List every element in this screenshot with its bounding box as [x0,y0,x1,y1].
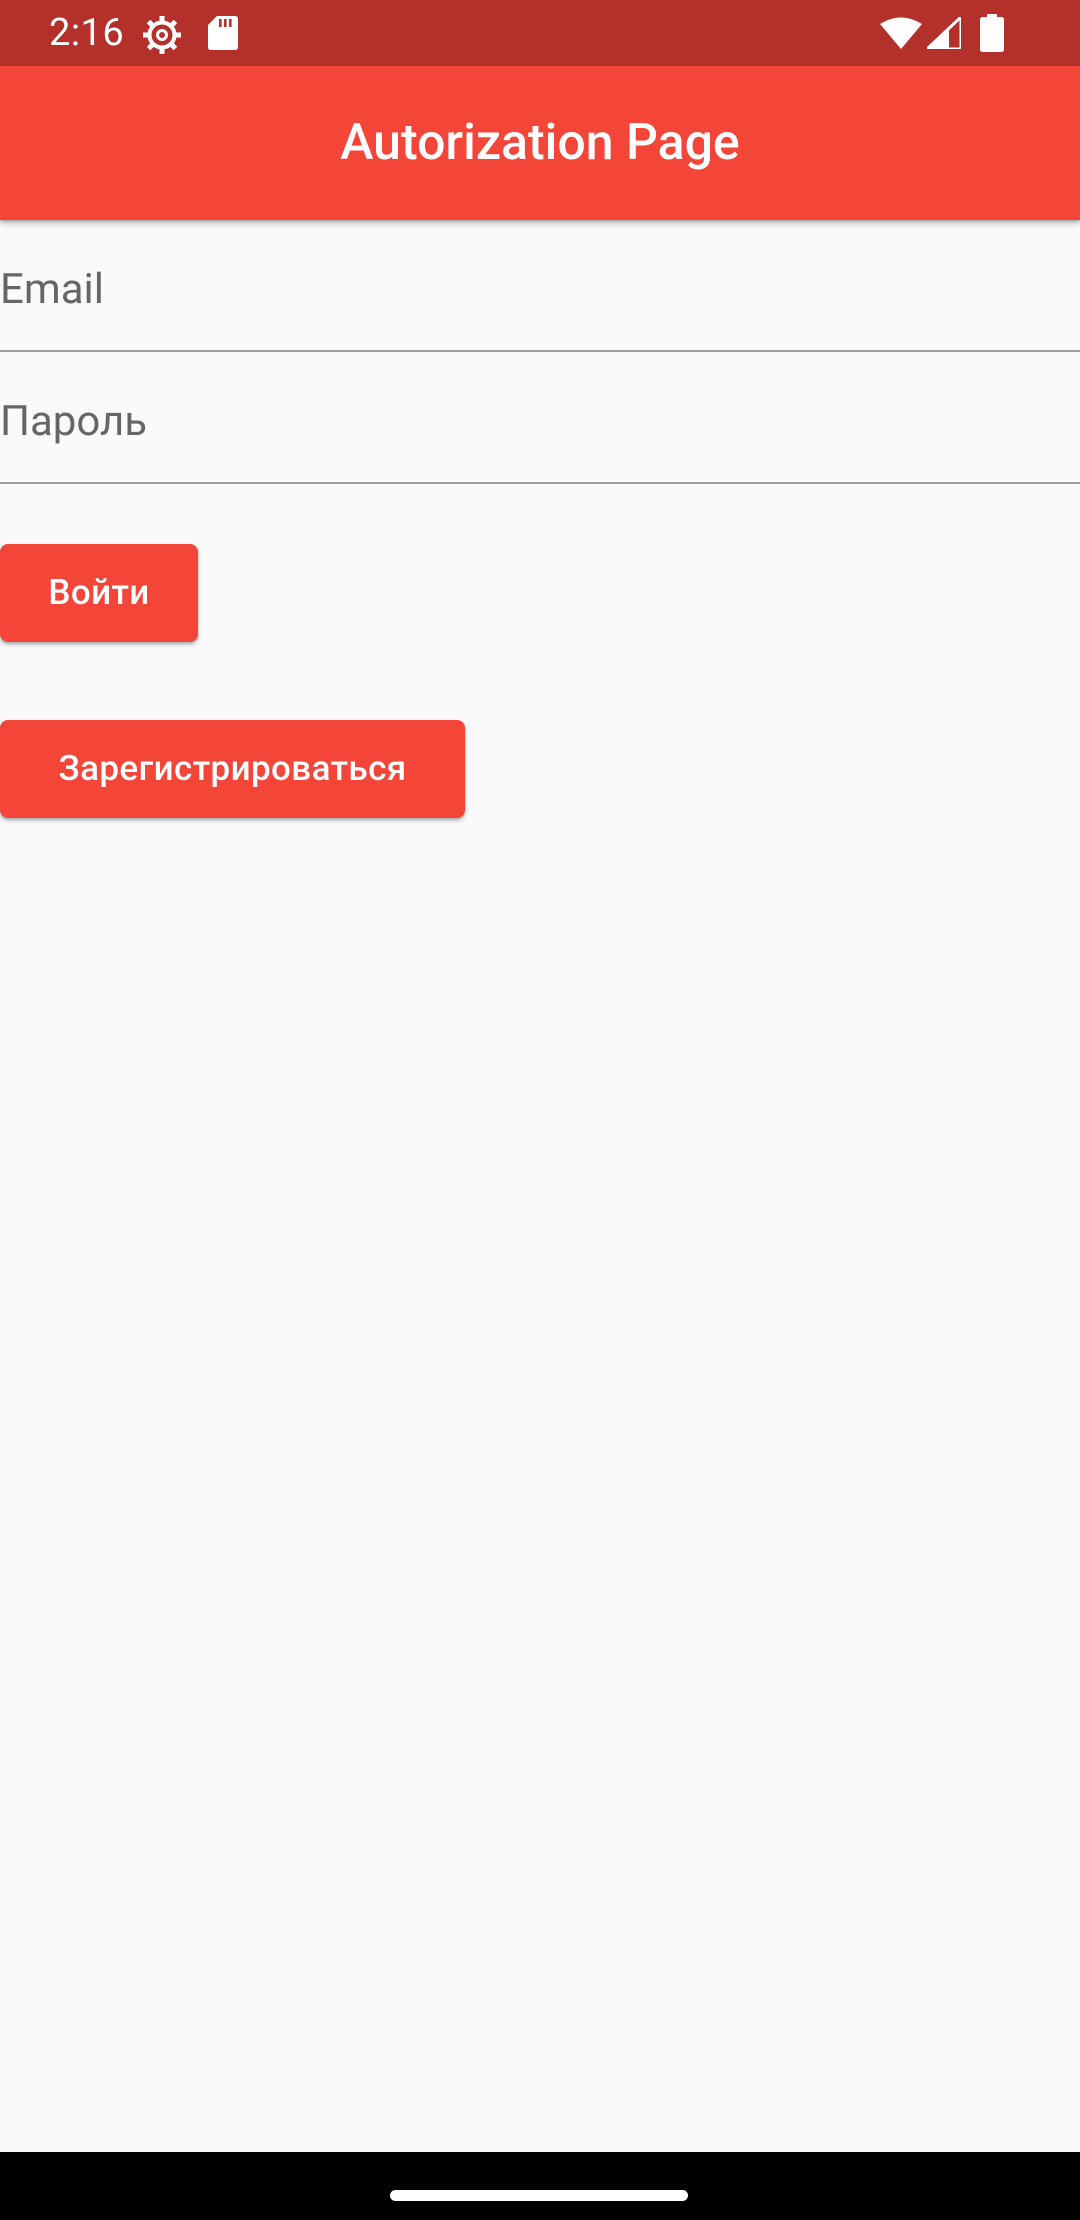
email-field[interactable]: Email [0,220,1080,352]
password-label: Пароль [0,397,148,446]
status-time: 2:16 [49,11,125,55]
app-bar: Autorization Page [0,66,1080,220]
password-field[interactable]: Пароль [0,352,1080,484]
signal-icon [927,17,961,49]
page-title: Autorization Page [340,114,740,172]
status-bar: 2:16 [0,0,1080,66]
battery-icon [980,14,1004,52]
app-screen: 2:16 Autorization Page Email Пароль Войт… [0,0,1080,2220]
email-label: Email [0,265,104,314]
home-gesture-handle[interactable] [390,2190,688,2201]
wifi-icon [880,17,922,49]
gear-icon [143,16,181,54]
sd-card-icon [208,16,238,50]
login-button[interactable]: Войти [0,544,198,642]
navigation-bar [0,2152,1080,2220]
register-button[interactable]: Зарегистрироваться [0,720,465,818]
